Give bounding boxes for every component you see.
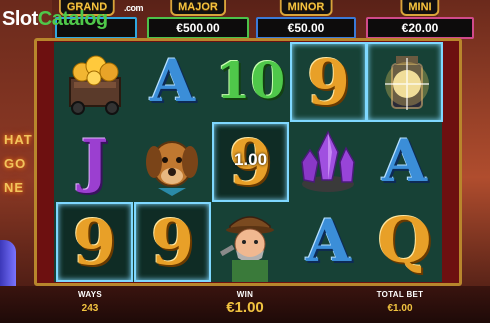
ways-display: WAYS 243	[70, 290, 110, 314]
symbol-9-winning: 9	[290, 42, 367, 122]
letter-a: A	[381, 127, 427, 195]
symbol-a: A	[290, 202, 367, 282]
symbol-lantern-winning	[366, 42, 443, 122]
letter-a: A	[305, 207, 351, 275]
symbol-a: A	[366, 122, 443, 202]
symbol-j: J	[56, 122, 133, 202]
letter-q: Q	[377, 204, 432, 277]
reel-grid: A 10 9 J 9 1.00 A 9 9 A Q	[54, 42, 443, 282]
total-bet-display[interactable]: TOTAL BET €1.00	[365, 290, 435, 314]
watermark-com: .com	[124, 3, 144, 13]
miner-icon	[219, 216, 274, 282]
watermark-slot: Slot	[2, 8, 38, 30]
jackpot-mini-label: MINI	[400, 0, 440, 16]
letter-a: A	[149, 47, 195, 115]
ways-label: WAYS	[77, 290, 103, 299]
symbol-hound-dog	[134, 122, 211, 202]
watermark-catalog: Catalog	[37, 8, 108, 30]
jackpot-major-value: €500.00	[147, 17, 249, 39]
symbol-q: Q	[366, 202, 443, 282]
lantern-icon	[385, 56, 429, 110]
total-bet-label: TOTAL BET	[376, 290, 424, 299]
crystals-icon	[301, 130, 355, 192]
symbol-10: 10	[212, 42, 289, 122]
win-value: €1.00	[226, 299, 264, 316]
win-label: WIN	[236, 290, 254, 299]
symbol-9-winning: 9	[56, 202, 133, 282]
win-display: WIN €1.00	[215, 290, 275, 316]
win-amount-overlay: 1.00	[233, 150, 268, 169]
number-9: 9	[150, 206, 195, 279]
hound-dog-icon	[146, 141, 198, 196]
ways-value: 243	[81, 303, 99, 314]
number-9: 9	[306, 46, 351, 119]
slotcatalog-watermark: SlotCatalog .com	[2, 3, 144, 31]
symbol-purple-crystals	[290, 122, 367, 202]
jackpot-mini-value: €20.00	[366, 17, 474, 39]
jackpot-minor: MINOR €50.00	[256, 0, 356, 39]
jackpot-major-label: MAJOR	[170, 0, 226, 16]
gold-cart-icon	[69, 55, 121, 115]
letter-j: J	[80, 127, 109, 195]
number-9: 9	[72, 206, 117, 279]
total-bet-value: €1.00	[387, 303, 413, 314]
number-10: 10	[215, 51, 286, 110]
symbol-gold-cart	[56, 42, 133, 122]
symbol-miner	[212, 202, 289, 282]
jackpot-mini: MINI €20.00	[366, 0, 474, 39]
jackpot-minor-label: MINOR	[279, 0, 333, 16]
jackpot-major: MAJOR €500.00	[147, 0, 249, 39]
symbol-a: A	[134, 42, 211, 122]
symbol-9-winning: 9	[134, 202, 211, 282]
jackpot-minor-value: €50.00	[256, 17, 356, 39]
symbol-9-winning: 9 1.00	[212, 122, 289, 202]
